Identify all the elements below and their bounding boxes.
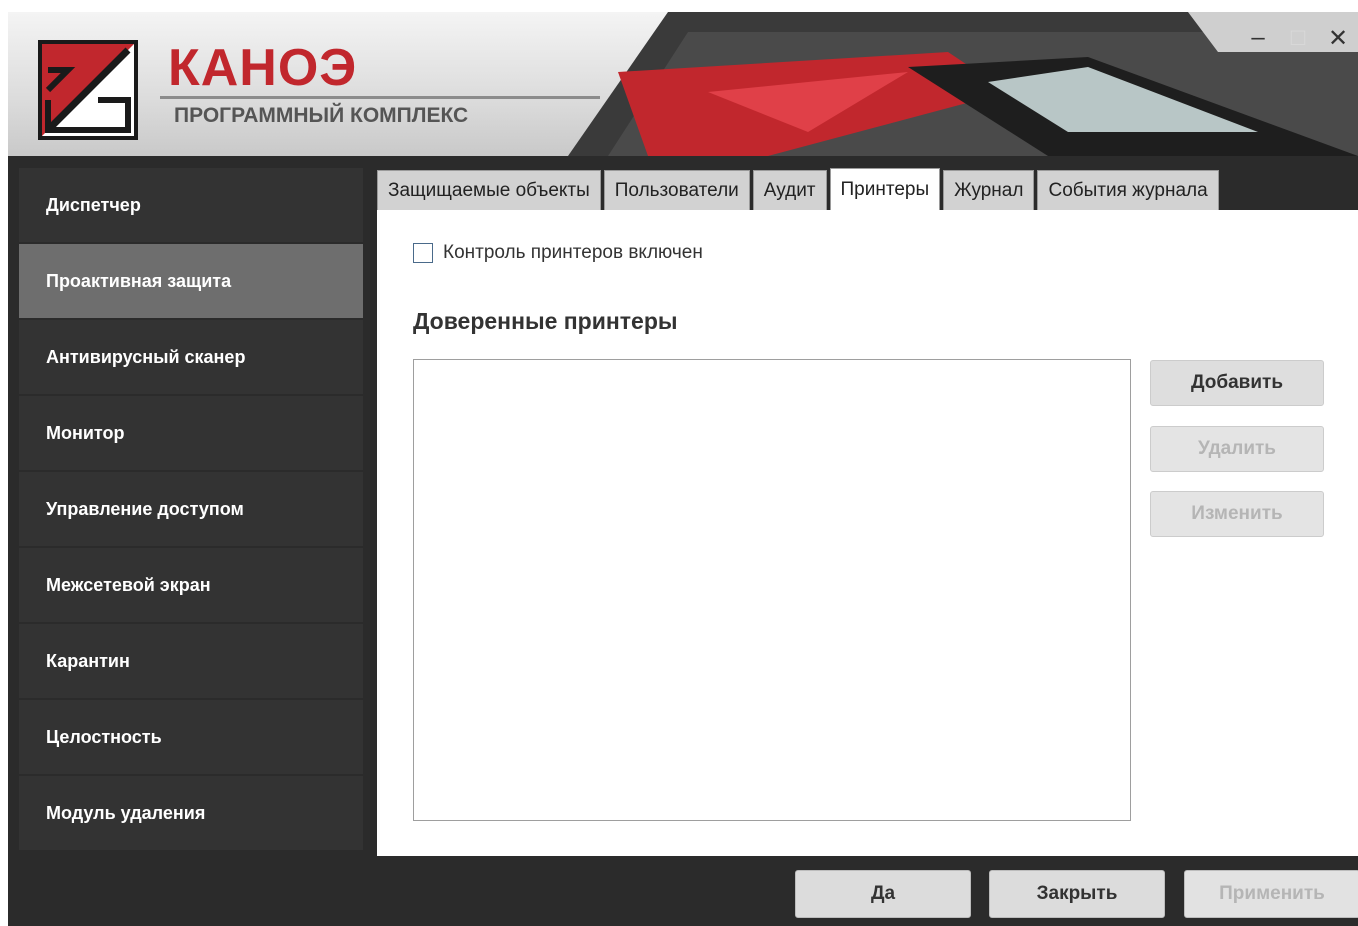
- trusted-printers-list[interactable]: [413, 359, 1131, 821]
- tab-journal-events[interactable]: События журнала: [1037, 170, 1219, 210]
- tab-journal[interactable]: Журнал: [943, 170, 1035, 210]
- tab-bar: Защищаемые объекты Пользователи Аудит Пр…: [377, 168, 1222, 210]
- tab-protected-objects[interactable]: Защищаемые объекты: [377, 170, 601, 210]
- edit-printer-button[interactable]: Изменить: [1150, 491, 1324, 537]
- sidebar-item-monitor[interactable]: Монитор: [19, 396, 363, 470]
- sidebar-item-quarantine[interactable]: Карантин: [19, 624, 363, 698]
- kanoe-logo-icon: [38, 40, 138, 140]
- apply-button[interactable]: Применить: [1184, 870, 1358, 918]
- printer-control-row[interactable]: Контроль принтеров включен: [413, 242, 703, 264]
- tab-printers[interactable]: Принтеры: [829, 168, 941, 210]
- trusted-printers-title: Доверенные принтеры: [413, 308, 678, 334]
- app-window: КАНОЭ ПРОГРАММНЫЙ КОМПЛЕКС – □ ✕ Диспетч…: [8, 12, 1358, 926]
- window-controls: – □ ✕: [1238, 20, 1358, 56]
- close-button[interactable]: Закрыть: [989, 870, 1165, 918]
- sidebar-item-firewall[interactable]: Межсетевой экран: [19, 548, 363, 622]
- add-printer-button[interactable]: Добавить: [1150, 360, 1324, 406]
- close-window-button[interactable]: ✕: [1318, 20, 1358, 56]
- tab-audit[interactable]: Аудит: [752, 170, 827, 210]
- brand-divider: [160, 96, 600, 99]
- printer-control-checkbox[interactable]: [413, 243, 433, 263]
- sidebar-item-proactive-protection[interactable]: Проактивная защита: [19, 244, 363, 318]
- brand-subtitle: ПРОГРАММНЫЙ КОМПЛЕКС: [174, 104, 469, 127]
- printer-control-label[interactable]: Контроль принтеров включен: [443, 242, 703, 264]
- tab-users[interactable]: Пользователи: [603, 170, 750, 210]
- sidebar-item-access-control[interactable]: Управление доступом: [19, 472, 363, 546]
- brand-title: КАНОЭ: [168, 39, 358, 97]
- sidebar-item-removal-module[interactable]: Модуль удаления: [19, 776, 363, 850]
- printers-tab-content: Контроль принтеров включен Доверенные пр…: [377, 210, 1358, 856]
- minimize-button[interactable]: –: [1238, 20, 1278, 56]
- header-banner: КАНОЭ ПРОГРАММНЫЙ КОМПЛЕКС – □ ✕: [8, 12, 1358, 156]
- ok-button[interactable]: Да: [795, 870, 971, 918]
- maximize-button[interactable]: □: [1278, 20, 1318, 56]
- sidebar-item-dispatcher[interactable]: Диспетчер: [19, 168, 363, 242]
- sidebar-item-antivirus-scanner[interactable]: Антивирусный сканер: [19, 320, 363, 394]
- sidebar-item-integrity[interactable]: Целостность: [19, 700, 363, 774]
- main-panel: Защищаемые объекты Пользователи Аудит Пр…: [377, 168, 1358, 856]
- remove-printer-button[interactable]: Удалить: [1150, 426, 1324, 472]
- sidebar-nav: Диспетчер Проактивная защита Антивирусны…: [19, 168, 363, 852]
